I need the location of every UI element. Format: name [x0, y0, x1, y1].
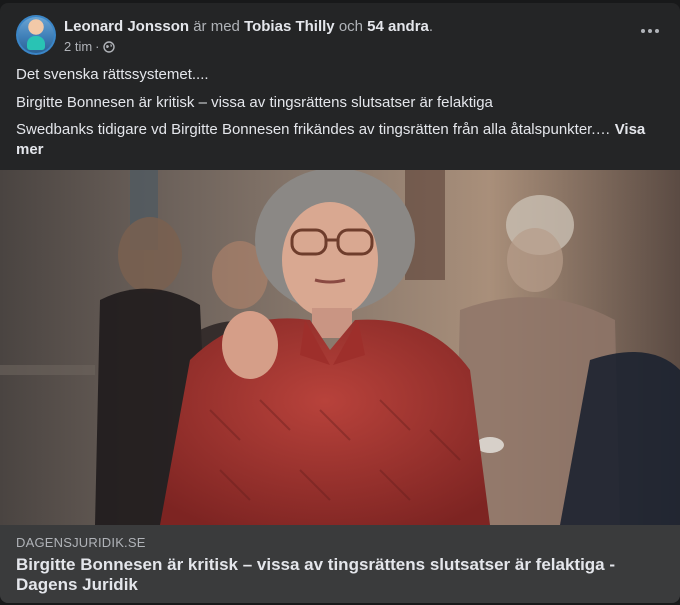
tagged-user-name[interactable]: Tobias Thilly [244, 18, 335, 35]
post-author-line: Leonard Jonsson är med Tobias Thilly och… [64, 17, 433, 37]
post-text-line-3: Swedbanks tidigare vd Birgitte Bonnesen … [16, 120, 656, 160]
more-dots-icon[interactable] [636, 21, 664, 41]
with-text: är med [193, 18, 240, 35]
post-text-line-2: Birgitte Bonnesen är kritisk – vissa av … [16, 94, 493, 111]
link-preview-bar[interactable]: DAGENSJURIDIK.SE Birgitte Bonnesen är kr… [0, 525, 680, 603]
post-card: Leonard Jonsson är med Tobias Thilly och… [0, 3, 680, 603]
post-text-excerpt: Swedbanks tidigare vd Birgitte Bonnesen … [16, 121, 611, 138]
meta-separator: · [95, 39, 100, 54]
and-text: och [338, 18, 363, 35]
author-avatar[interactable] [16, 15, 56, 55]
link-preview-image[interactable] [0, 170, 680, 525]
others-link[interactable]: 54 andra [367, 18, 429, 35]
post-header: Leonard Jonsson är med Tobias Thilly och… [16, 15, 664, 57]
author-name[interactable]: Leonard Jonsson [64, 18, 189, 35]
post-text-line-1: Det svenska rättssystemet.... [16, 66, 209, 83]
post-timestamp[interactable]: 2 tim [64, 39, 92, 55]
post-meta: 2 tim · [64, 39, 115, 55]
link-title[interactable]: Birgitte Bonnesen är kritisk – vissa av … [16, 555, 656, 595]
link-domain: DAGENSJURIDIK.SE [16, 535, 146, 550]
period-text: . [428, 18, 434, 35]
globe-icon [102, 41, 115, 53]
